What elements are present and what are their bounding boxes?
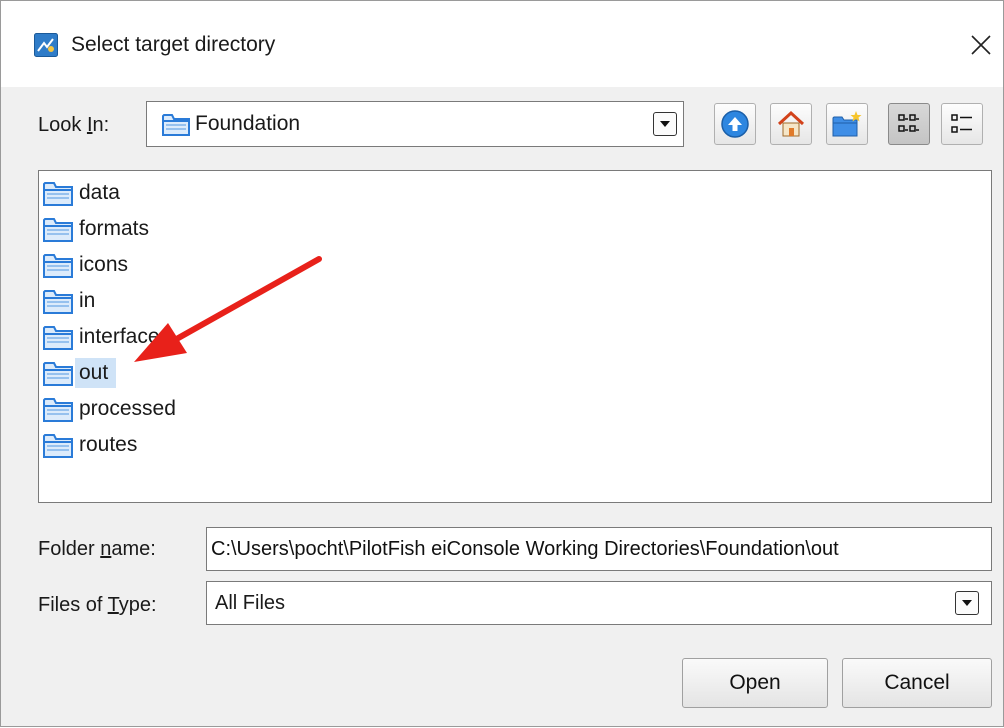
chevron-down-icon bbox=[660, 121, 670, 127]
folder-icon bbox=[43, 254, 73, 278]
chevron-down-icon bbox=[962, 600, 972, 606]
folder-icon bbox=[43, 398, 73, 422]
files-of-type-label: Files of Type: bbox=[38, 594, 157, 616]
look-in-label: Look In: bbox=[38, 114, 110, 136]
details-view-icon bbox=[951, 114, 972, 133]
details-view-button[interactable] bbox=[941, 103, 983, 145]
file-list-item[interactable]: processed bbox=[41, 392, 184, 426]
file-list-item[interactable]: icons bbox=[41, 248, 136, 282]
file-list-item-label: out bbox=[75, 358, 117, 388]
dialog-window: Select target directory Look In: Foundat… bbox=[0, 0, 1004, 727]
files-of-type-combo[interactable]: All Files bbox=[206, 581, 992, 625]
folder-name-input[interactable] bbox=[207, 528, 991, 570]
folder-name-field[interactable] bbox=[206, 527, 992, 571]
open-button[interactable]: Open bbox=[682, 658, 828, 708]
files-of-type-dropdown-button[interactable] bbox=[955, 591, 979, 615]
home-button[interactable] bbox=[770, 103, 812, 145]
list-view-icon bbox=[898, 114, 919, 132]
file-list-item[interactable]: interfaces bbox=[41, 320, 178, 354]
new-folder-button[interactable] bbox=[826, 103, 868, 145]
file-list-item-label: interfaces bbox=[79, 325, 171, 348]
file-list-item[interactable]: in bbox=[41, 284, 103, 318]
up-one-level-button[interactable] bbox=[714, 103, 756, 145]
folder-icon bbox=[162, 114, 190, 136]
folder-icon bbox=[43, 182, 73, 206]
look-in-dropdown-button[interactable] bbox=[653, 112, 677, 136]
file-list-item[interactable]: routes bbox=[41, 428, 145, 462]
look-in-combo[interactable]: Foundation bbox=[146, 101, 684, 147]
folder-name-label: Folder name: bbox=[38, 538, 156, 560]
folder-icon bbox=[43, 218, 73, 242]
title-bar[interactable]: Select target directory bbox=[1, 1, 1003, 87]
close-button[interactable] bbox=[961, 25, 1001, 65]
close-icon bbox=[971, 35, 991, 55]
new-folder-icon bbox=[832, 111, 862, 137]
file-list-item-label: in bbox=[79, 289, 96, 312]
window-title: Select target directory bbox=[71, 33, 276, 56]
up-one-level-icon bbox=[721, 110, 749, 138]
file-list-item-label: data bbox=[79, 181, 120, 204]
file-list-item-label: formats bbox=[79, 217, 150, 240]
file-list[interactable]: data formats icons in interfaces out processed… bbox=[38, 170, 992, 503]
files-of-type-value: All Files bbox=[215, 592, 286, 614]
folder-icon bbox=[43, 326, 73, 350]
file-list-item-label: icons bbox=[79, 253, 129, 276]
folder-icon bbox=[43, 362, 73, 386]
look-in-value: Foundation bbox=[195, 112, 301, 135]
file-list-item[interactable]: formats bbox=[41, 212, 157, 246]
java-app-icon bbox=[34, 33, 58, 57]
cancel-button[interactable]: Cancel bbox=[842, 658, 992, 708]
file-list-item[interactable]: out bbox=[41, 356, 117, 390]
folder-icon bbox=[43, 434, 73, 458]
list-view-button[interactable] bbox=[888, 103, 930, 145]
file-list-item-label: routes bbox=[79, 433, 138, 456]
file-list-item-label: processed bbox=[79, 397, 176, 420]
folder-icon bbox=[43, 290, 73, 314]
home-icon bbox=[777, 110, 805, 137]
file-list-item[interactable]: data bbox=[41, 176, 128, 210]
